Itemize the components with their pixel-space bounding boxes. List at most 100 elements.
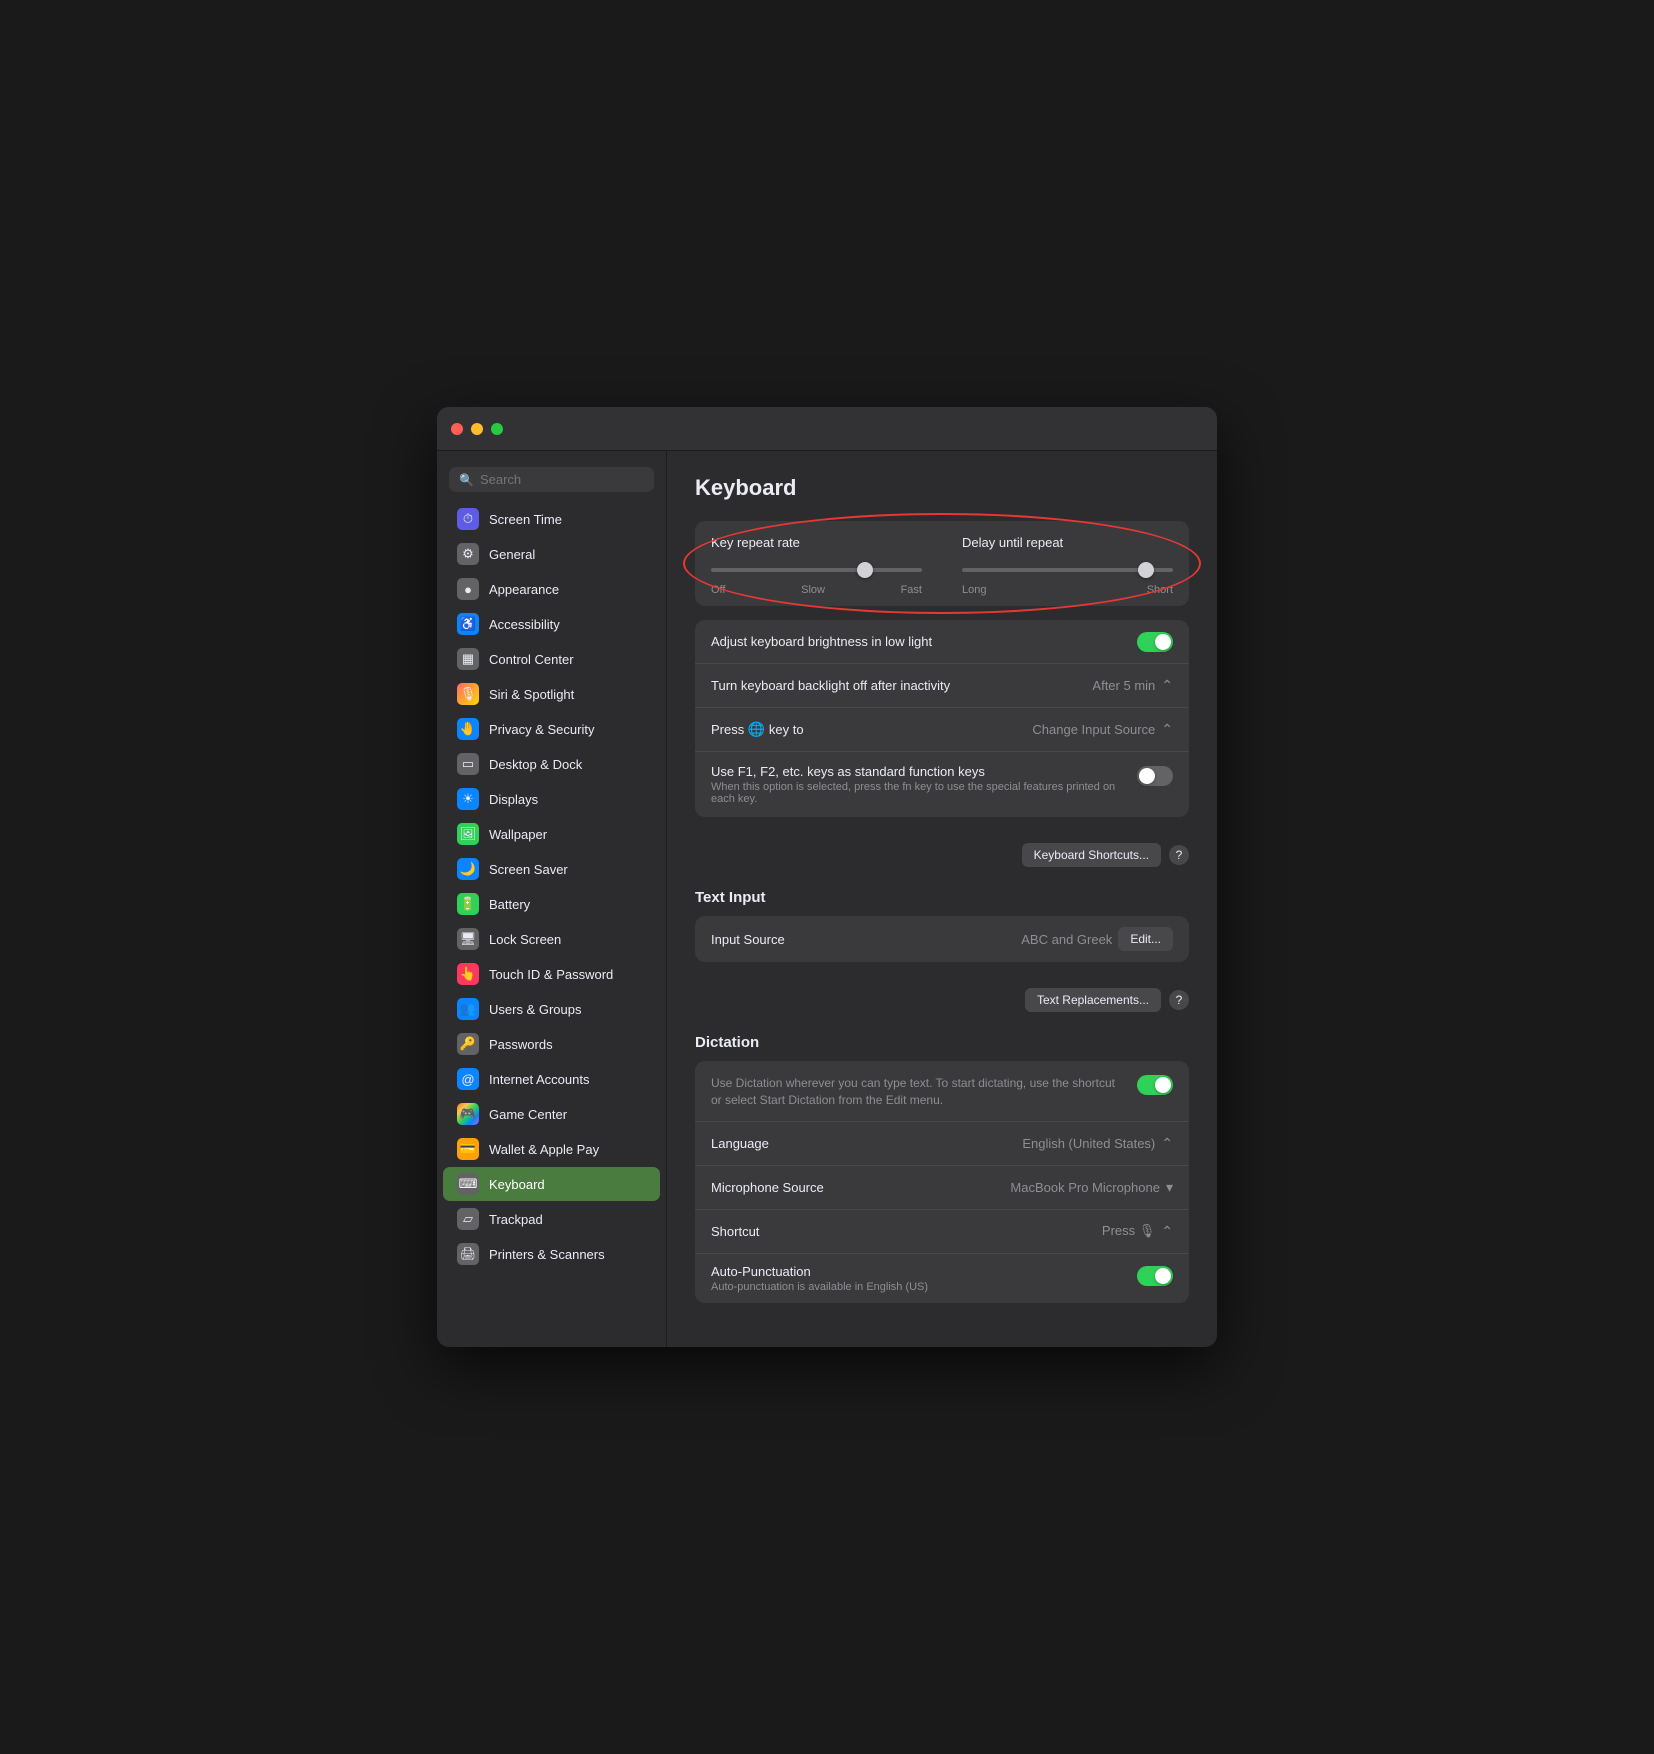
- sidebar-label-passwords: Passwords: [489, 1037, 553, 1052]
- sidebar-icon-touch-id-password: 👆: [457, 963, 479, 985]
- backlight-off-value: After 5 min: [1092, 678, 1155, 693]
- page-title: Keyboard: [695, 475, 1189, 501]
- sidebar-item-appearance[interactable]: ● Appearance: [443, 572, 660, 606]
- close-button[interactable]: [451, 423, 463, 435]
- shortcut-row: Shortcut Press 🎙 ⌃: [695, 1210, 1189, 1254]
- press-key-value: Change Input Source: [1032, 722, 1155, 737]
- sidebar-label-appearance: Appearance: [489, 582, 559, 597]
- sidebar-label-accessibility: Accessibility: [489, 617, 560, 632]
- key-repeat-rate-slider[interactable]: [711, 568, 922, 572]
- sidebar-icon-lock-screen: 🖥: [457, 928, 479, 950]
- fn-keys-toggle[interactable]: [1137, 766, 1173, 786]
- dictation-description: Use Dictation wherever you can type text…: [711, 1075, 1121, 1109]
- sidebar-label-wallpaper: Wallpaper: [489, 827, 547, 842]
- search-input[interactable]: [480, 472, 644, 487]
- sidebar-item-displays[interactable]: ☀ Displays: [443, 782, 660, 816]
- dictation-toggle[interactable]: [1137, 1075, 1173, 1095]
- repeat-slow-label: Slow: [801, 584, 825, 596]
- sidebar-icon-passwords: 🔑: [457, 1033, 479, 1055]
- sidebar-item-siri-spotlight[interactable]: 🎙 Siri & Spotlight: [443, 677, 660, 711]
- keyboard-shortcuts-help-button[interactable]: ?: [1169, 845, 1189, 865]
- sidebar-icon-siri-spotlight: 🎙: [457, 683, 479, 705]
- search-box[interactable]: 🔍: [449, 467, 654, 492]
- sidebar-icon-accessibility: ♿: [457, 613, 479, 635]
- sidebar-item-accessibility[interactable]: ♿ Accessibility: [443, 607, 660, 641]
- delay-until-repeat-slider[interactable]: [962, 568, 1173, 572]
- sidebar-item-general[interactable]: ⚙ General: [443, 537, 660, 571]
- sidebar-icon-users-groups: 👥: [457, 998, 479, 1020]
- sidebar-icon-trackpad: ▱: [457, 1208, 479, 1230]
- keyboard-sliders-section: Key repeat rate Off Slow Fast Delay: [695, 521, 1189, 606]
- sidebar-icon-game-center: 🎮: [457, 1103, 479, 1125]
- adjust-brightness-toggle[interactable]: [1137, 632, 1173, 652]
- sidebar-item-internet-accounts[interactable]: @ Internet Accounts: [443, 1062, 660, 1096]
- text-replacements-row: Text Replacements... ?: [695, 982, 1189, 1018]
- backlight-off-label: Turn keyboard backlight off after inacti…: [711, 678, 1092, 693]
- delay-long-label: Long: [962, 584, 986, 596]
- language-value: English (United States): [1022, 1136, 1155, 1151]
- input-source-edit-button[interactable]: Edit...: [1118, 927, 1173, 951]
- sidebar-item-screen-time[interactable]: ⏱ Screen Time: [443, 502, 660, 536]
- sidebar-icon-desktop-dock: ▭: [457, 753, 479, 775]
- repeat-off-label: Off: [711, 584, 725, 596]
- sidebar-item-trackpad[interactable]: ▱ Trackpad: [443, 1202, 660, 1236]
- sidebar-item-printers-scanners[interactable]: 🖨 Printers & Scanners: [443, 1237, 660, 1271]
- titlebar: [437, 407, 1217, 451]
- sidebar-label-printers-scanners: Printers & Scanners: [489, 1247, 605, 1262]
- sidebar-icon-screen-time: ⏱: [457, 508, 479, 530]
- backlight-off-row: Turn keyboard backlight off after inacti…: [695, 664, 1189, 708]
- settings-window: 🔍 ⏱ Screen Time ⚙ General ● Appearance ♿…: [437, 407, 1217, 1347]
- text-replacements-help-button[interactable]: ?: [1169, 990, 1189, 1010]
- shortcut-value: Press 🎙: [1102, 1223, 1155, 1239]
- sidebar-item-keyboard[interactable]: ⌨ Keyboard: [443, 1167, 660, 1201]
- sidebar-item-wallet-apple-pay[interactable]: 💳 Wallet & Apple Pay: [443, 1132, 660, 1166]
- sidebar-icon-internet-accounts: @: [457, 1068, 479, 1090]
- sidebar-icon-keyboard: ⌨: [457, 1173, 479, 1195]
- sidebar-item-lock-screen[interactable]: 🖥 Lock Screen: [443, 922, 660, 956]
- sidebar-label-users-groups: Users & Groups: [489, 1002, 581, 1017]
- sidebar-label-siri-spotlight: Siri & Spotlight: [489, 687, 574, 702]
- sidebar-label-screen-saver: Screen Saver: [489, 862, 568, 877]
- sidebar-item-passwords[interactable]: 🔑 Passwords: [443, 1027, 660, 1061]
- sidebar-label-battery: Battery: [489, 897, 530, 912]
- input-source-value: ABC and Greek: [1021, 932, 1112, 947]
- sidebar-label-desktop-dock: Desktop & Dock: [489, 757, 582, 772]
- globe-icon: 🌐: [748, 721, 765, 737]
- sidebar-item-wallpaper[interactable]: 🖼 Wallpaper: [443, 817, 660, 851]
- delay-until-repeat-group: Delay until repeat Long Short: [962, 535, 1173, 596]
- delay-short-label: Short: [1147, 584, 1173, 596]
- press-key-row: Press 🌐 key to Change Input Source ⌃: [695, 708, 1189, 752]
- microphone-source-label: Microphone Source: [711, 1180, 1010, 1195]
- adjust-brightness-label: Adjust keyboard brightness in low light: [711, 634, 932, 649]
- shortcut-label: Shortcut: [711, 1224, 1102, 1239]
- auto-punctuation-toggle[interactable]: [1137, 1266, 1173, 1286]
- sidebar-item-privacy-security[interactable]: 🤚 Privacy & Security: [443, 712, 660, 746]
- microphone-source-row: Microphone Source MacBook Pro Microphone…: [695, 1166, 1189, 1210]
- sidebar: 🔍 ⏱ Screen Time ⚙ General ● Appearance ♿…: [437, 451, 667, 1347]
- text-replacements-button[interactable]: Text Replacements...: [1025, 988, 1161, 1012]
- keyboard-shortcuts-button[interactable]: Keyboard Shortcuts...: [1022, 843, 1161, 867]
- fn-keys-sublabel: When this option is selected, press the …: [711, 781, 1121, 805]
- dictation-section: Use Dictation wherever you can type text…: [695, 1061, 1189, 1303]
- sidebar-item-game-center[interactable]: 🎮 Game Center: [443, 1097, 660, 1131]
- auto-punctuation-row: Auto-Punctuation Auto-punctuation is ava…: [695, 1254, 1189, 1303]
- maximize-button[interactable]: [491, 423, 503, 435]
- sidebar-icon-general: ⚙: [457, 543, 479, 565]
- minimize-button[interactable]: [471, 423, 483, 435]
- sidebar-item-desktop-dock[interactable]: ▭ Desktop & Dock: [443, 747, 660, 781]
- sidebar-label-control-center: Control Center: [489, 652, 574, 667]
- adjust-brightness-row: Adjust keyboard brightness in low light: [695, 620, 1189, 664]
- sidebar-item-battery[interactable]: 🔋 Battery: [443, 887, 660, 921]
- sidebar-icon-privacy-security: 🤚: [457, 718, 479, 740]
- repeat-fast-label: Fast: [901, 584, 922, 596]
- sidebar-icon-battery: 🔋: [457, 893, 479, 915]
- sidebar-label-touch-id-password: Touch ID & Password: [489, 967, 613, 982]
- sidebar-item-control-center[interactable]: ▦ Control Center: [443, 642, 660, 676]
- fn-keys-row: Use F1, F2, etc. keys as standard functi…: [695, 752, 1189, 817]
- keyboard-settings-section: Adjust keyboard brightness in low light …: [695, 620, 1189, 817]
- sidebar-label-displays: Displays: [489, 792, 538, 807]
- sidebar-item-screen-saver[interactable]: 🌙 Screen Saver: [443, 852, 660, 886]
- sidebar-item-touch-id-password[interactable]: 👆 Touch ID & Password: [443, 957, 660, 991]
- sidebar-label-screen-time: Screen Time: [489, 512, 562, 527]
- sidebar-item-users-groups[interactable]: 👥 Users & Groups: [443, 992, 660, 1026]
